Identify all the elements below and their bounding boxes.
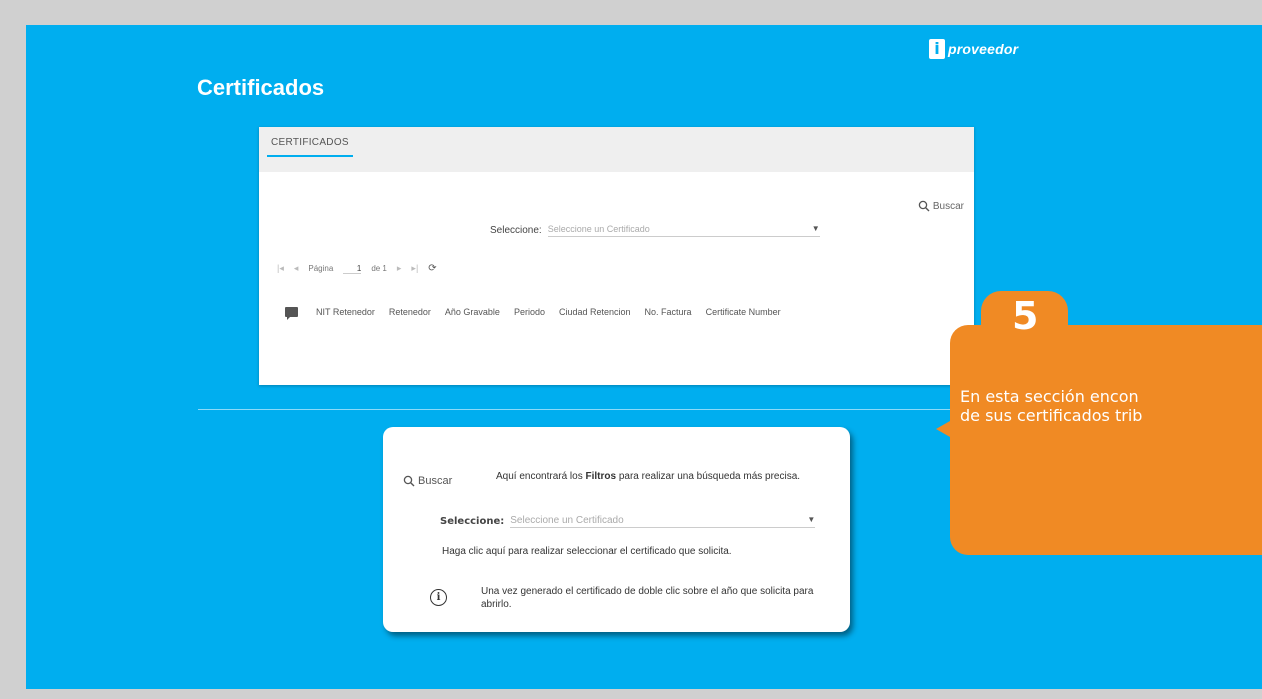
search-icon	[918, 200, 930, 212]
dropdown-arrow-icon: ▼	[807, 515, 816, 524]
pagination-toolbar: |◂ ◂ Página 1 de 1 ▸ ▸| ⟳	[277, 263, 437, 274]
column-header[interactable]: Certificate Number	[706, 307, 781, 317]
select-placeholder: Seleccione un Certificado	[547, 224, 650, 234]
logo-text: proveedor	[948, 41, 1019, 57]
tab-certificados[interactable]: CERTIFICADOS	[267, 137, 353, 157]
callout-line-2: de sus certificados trib	[960, 406, 1143, 425]
filters-bold: Filtros	[585, 471, 617, 482]
zoom-detail-card: Buscar Aquí encontrará los Filtros para …	[383, 427, 850, 632]
search-label: Buscar	[932, 200, 964, 212]
first-page-button[interactable]: |◂	[277, 263, 284, 274]
card-search-button[interactable]: Buscar	[403, 475, 452, 487]
info-text: Una vez generado el certificado de doble…	[481, 586, 814, 610]
proveedor-logo: i proveedor	[929, 38, 1018, 60]
certificates-panel: CERTIFICADOS Buscar Seleccione: Seleccio…	[259, 127, 974, 385]
certificate-select-row: Seleccione: Seleccione un Certificado ▼	[490, 224, 820, 237]
card-search-label: Buscar	[418, 475, 453, 487]
last-page-button[interactable]: ▸|	[411, 263, 418, 274]
callout-box	[950, 325, 1262, 555]
column-header[interactable]: Retenedor	[389, 307, 431, 317]
filters-text-after: para realizar una búsqueda más precisa.	[616, 471, 801, 482]
column-header[interactable]: Periodo	[514, 307, 545, 317]
comment-icon[interactable]	[285, 307, 298, 320]
search-button[interactable]: Buscar	[918, 200, 964, 212]
search-icon	[403, 475, 415, 487]
page-number-input[interactable]: 1	[343, 264, 362, 274]
column-header[interactable]: Año Gravable	[445, 307, 500, 317]
select-help-text: Haga clic aquí para realizar seleccionar…	[442, 546, 732, 557]
callout-pointer	[936, 421, 950, 437]
column-header[interactable]: NIT Retenedor	[316, 307, 375, 317]
step-number: 5	[1012, 294, 1039, 338]
column-header[interactable]: No. Factura	[645, 307, 692, 317]
callout-text: En esta sección encon de sus certificado…	[960, 387, 1262, 425]
prev-page-button[interactable]: ◂	[294, 263, 299, 274]
info-icon: i	[430, 589, 447, 606]
filters-description: Aquí encontrará los Filtros para realiza…	[496, 470, 826, 483]
card-select-label: Seleccione:	[440, 516, 505, 527]
page-label: Página	[308, 264, 334, 273]
slide-stage: i proveedor Certificados CERTIFICADOS Bu…	[26, 25, 1262, 689]
dropdown-arrow-icon: ▼	[811, 224, 820, 233]
page-title: Certificados	[197, 75, 325, 100]
callout-line-1: En esta sección encon	[960, 387, 1139, 406]
next-page-button[interactable]: ▸	[397, 263, 402, 274]
card-select-row: Seleccione: Seleccione un Certificado ▼	[440, 515, 816, 528]
table-header: NIT Retenedor Retenedor Año Gravable Per…	[285, 307, 795, 320]
select-label: Seleccione:	[490, 225, 542, 236]
certificate-select[interactable]: Seleccione un Certificado ▼	[547, 224, 820, 237]
filters-text-before: Aquí encontrará los	[496, 471, 586, 482]
page-total: de 1	[371, 264, 387, 273]
logo-icon: i	[929, 39, 945, 59]
card-certificate-select[interactable]: Seleccione un Certificado ▼	[510, 515, 816, 528]
column-header[interactable]: Ciudad Retencion	[559, 307, 631, 317]
tab-bar: CERTIFICADOS	[259, 127, 974, 172]
card-select-placeholder: Seleccione un Certificado	[510, 515, 624, 526]
refresh-icon[interactable]: ⟳	[428, 263, 436, 274]
